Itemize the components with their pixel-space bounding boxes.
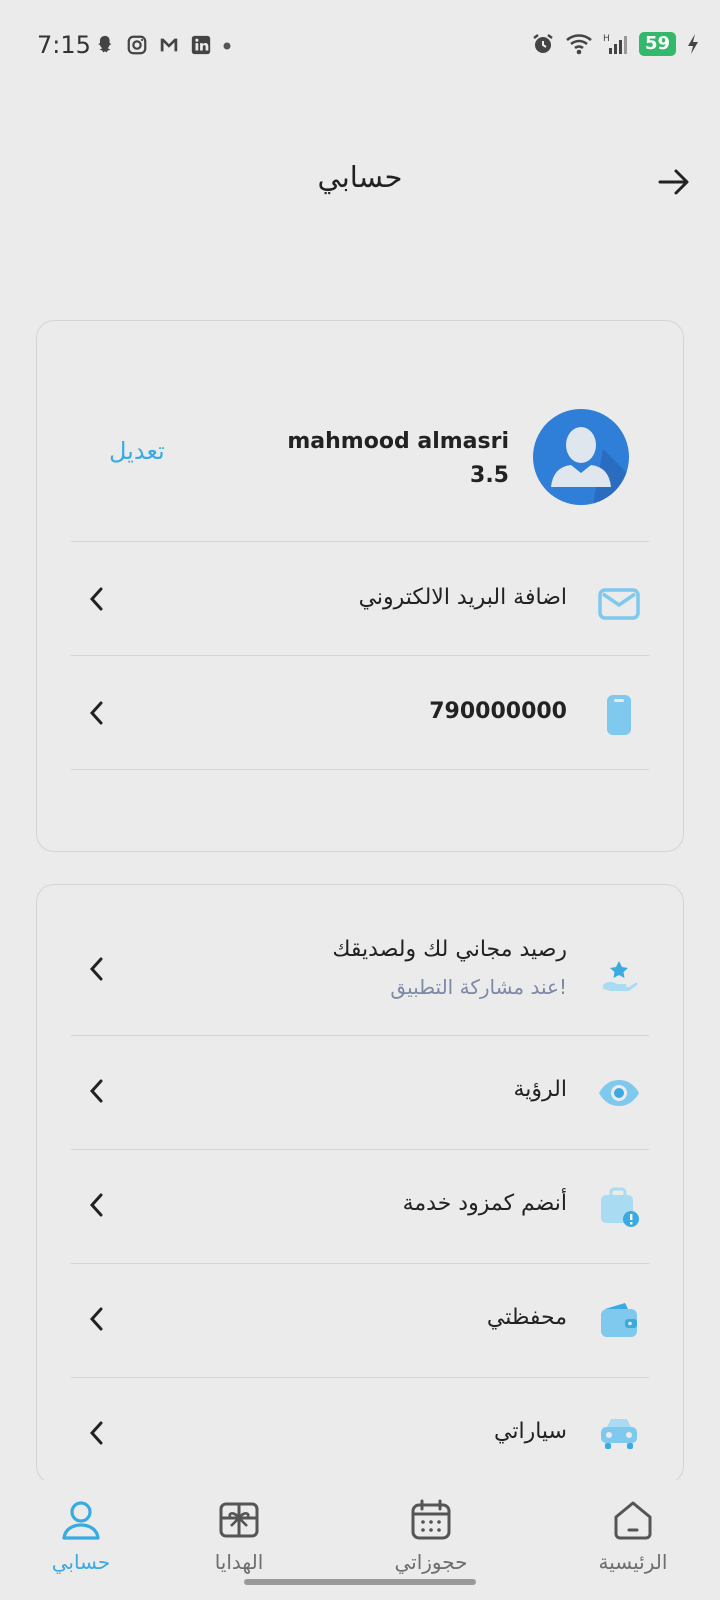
nav-account-label: حسابي bbox=[51, 1550, 111, 1574]
nav-bookings[interactable]: حجوزاتي bbox=[356, 1498, 506, 1574]
share-credit-label: رصيد مجاني لك ولصديقك bbox=[332, 937, 567, 962]
phone-number: 790000000 bbox=[429, 699, 567, 724]
wallet-label: محفظتي bbox=[486, 1305, 567, 1330]
add-email-row[interactable]: اضافة البريد الالكتروني bbox=[37, 543, 685, 655]
divider bbox=[71, 769, 649, 770]
status-bar: 7:15 H 59 bbox=[0, 0, 720, 92]
home-indicator[interactable] bbox=[244, 1579, 476, 1585]
nav-gifts[interactable]: الهدايا bbox=[164, 1498, 314, 1574]
alarm-icon bbox=[533, 34, 553, 53]
notification-icons bbox=[94, 34, 232, 56]
edit-profile-link[interactable]: تعديل bbox=[109, 437, 165, 465]
gift-icon bbox=[219, 1502, 259, 1538]
car-icon bbox=[601, 1419, 637, 1449]
share-credit-sublabel: عند مشاركة التطبيق! bbox=[390, 975, 567, 999]
divider bbox=[71, 1263, 649, 1264]
my-cars-row[interactable]: سياراتي bbox=[37, 1379, 683, 1483]
nav-gifts-label: الهدايا bbox=[214, 1550, 264, 1574]
briefcase-alert-icon bbox=[601, 1187, 639, 1227]
chevron-left-icon bbox=[89, 1307, 103, 1331]
gift-star-icon bbox=[603, 961, 638, 991]
instagram-icon bbox=[127, 35, 147, 55]
page-title: حسابي bbox=[317, 160, 403, 194]
signal-icon: H bbox=[603, 34, 627, 54]
app-bar: حسابي bbox=[0, 140, 720, 220]
divider bbox=[71, 1377, 649, 1378]
chevron-left-icon bbox=[89, 701, 103, 725]
nav-home[interactable]: الرئيسية bbox=[558, 1498, 708, 1574]
vision-label: الرؤية bbox=[513, 1077, 568, 1102]
join-provider-row[interactable]: أنضم كمزود خدمة bbox=[37, 1151, 683, 1263]
battery-icon: 59 bbox=[638, 32, 676, 56]
user-icon bbox=[62, 1501, 100, 1540]
user-silhouette-icon bbox=[551, 427, 629, 505]
add-email-label: اضافة البريد الالكتروني bbox=[358, 585, 567, 610]
phone-row[interactable]: 790000000 bbox=[37, 657, 685, 769]
nav-bookings-label: حجوزاتي bbox=[394, 1550, 468, 1574]
eye-icon bbox=[599, 1080, 639, 1106]
divider bbox=[71, 1149, 649, 1150]
chevron-left-icon bbox=[89, 587, 103, 611]
wifi-icon bbox=[566, 34, 592, 55]
system-icons: H 59 bbox=[531, 32, 700, 56]
menu-card: رصيد مجاني لك ولصديقك عند مشاركة التطبيق… bbox=[36, 884, 684, 1484]
dot-icon bbox=[223, 42, 231, 50]
my-cars-label: سياراتي bbox=[494, 1419, 567, 1444]
user-name: mahmood almasri bbox=[287, 429, 509, 454]
envelope-icon bbox=[598, 588, 640, 620]
phone-icon bbox=[607, 695, 631, 735]
home-icon bbox=[614, 1501, 652, 1540]
wallet-row[interactable]: محفظتي bbox=[37, 1265, 683, 1377]
vision-row[interactable]: الرؤية bbox=[37, 1037, 683, 1149]
wallet-icon bbox=[601, 1303, 637, 1337]
charging-icon bbox=[688, 34, 698, 54]
gmail-icon bbox=[160, 38, 178, 52]
svg-text:H: H bbox=[603, 34, 610, 44]
share-credit-row[interactable]: رصيد مجاني لك ولصديقك عند مشاركة التطبيق… bbox=[37, 915, 683, 1035]
divider bbox=[71, 655, 649, 656]
avatar[interactable] bbox=[533, 409, 629, 505]
user-rating: 3.5 bbox=[470, 463, 509, 488]
arrow-right-icon[interactable] bbox=[656, 164, 692, 200]
chevron-left-icon bbox=[89, 1193, 103, 1217]
join-provider-label: أنضم كمزود خدمة bbox=[402, 1191, 567, 1216]
chevron-left-icon bbox=[89, 1079, 103, 1103]
status-time: 7:15 bbox=[37, 31, 91, 59]
chevron-left-icon bbox=[89, 957, 103, 981]
calendar-icon bbox=[411, 1499, 451, 1540]
nav-account[interactable]: حسابي bbox=[6, 1498, 156, 1574]
profile-card: mahmood almasri 3.5 تعديل اضافة البريد ا… bbox=[36, 320, 684, 852]
nav-home-label: الرئيسية bbox=[598, 1550, 668, 1574]
divider bbox=[71, 1035, 649, 1036]
snapchat-icon bbox=[98, 35, 112, 53]
chevron-left-icon bbox=[89, 1421, 103, 1445]
linkedin-icon bbox=[191, 35, 211, 55]
divider bbox=[71, 541, 649, 542]
